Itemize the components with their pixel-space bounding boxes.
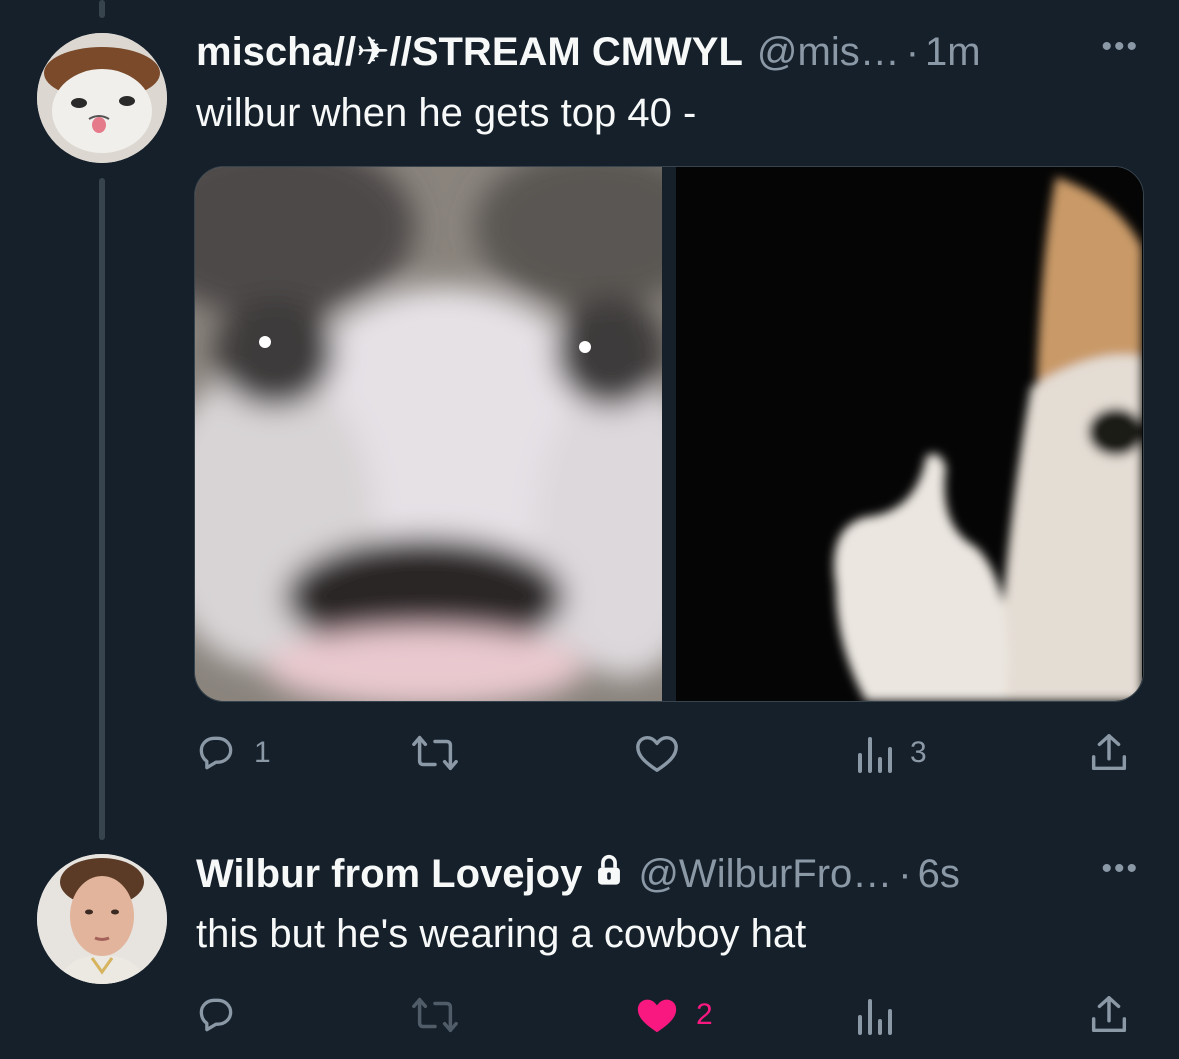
media-gap <box>662 167 676 701</box>
more-icon[interactable]: ••• <box>1101 852 1139 886</box>
tweet-2[interactable]: Wilbur from Lovejoy @WilburFro… · 6s •••… <box>0 820 1179 1059</box>
tweet-header: Wilbur from Lovejoy @WilburFro… · 6s <box>196 850 1139 898</box>
views-button[interactable] <box>854 990 910 1040</box>
reply-button[interactable] <box>194 990 254 1040</box>
timestamp[interactable]: 6s <box>918 850 960 898</box>
more-icon[interactable]: ••• <box>1101 30 1139 64</box>
retweet-button[interactable] <box>410 728 476 778</box>
views-button[interactable]: 3 <box>854 728 927 778</box>
tweet-text: wilbur when he gets top 40 - <box>196 91 697 135</box>
share-button[interactable] <box>1086 990 1132 1040</box>
reply-button[interactable]: 1 <box>194 728 271 778</box>
views-icon <box>858 737 892 773</box>
share-icon <box>1091 996 1127 1033</box>
media-image-crying-cat[interactable] <box>195 167 662 701</box>
tweet-actions: 2 <box>194 990 1142 1040</box>
media-grid[interactable] <box>194 166 1144 702</box>
timestamp[interactable]: 1m <box>925 28 981 76</box>
tweet-text: this but he's wearing a cowboy hat <box>196 912 807 956</box>
tweet-header: mischa//✈//STREAM CMWYL @mis… · 1m <box>196 28 1139 76</box>
share-button[interactable] <box>1086 728 1132 778</box>
avatar[interactable] <box>37 33 167 163</box>
display-name[interactable]: mischa//✈//STREAM CMWYL <box>196 28 743 76</box>
media-image-thumbs-up-cat[interactable] <box>676 167 1143 701</box>
handle[interactable]: @WilburFro… <box>638 850 892 898</box>
share-icon <box>1091 734 1127 771</box>
like-button[interactable] <box>634 728 696 778</box>
retweet-button[interactable] <box>410 990 476 1040</box>
reply-count: 1 <box>254 736 271 769</box>
separator: · <box>898 852 912 896</box>
like-icon <box>636 735 678 772</box>
reply-icon <box>199 736 233 770</box>
reply-icon <box>199 998 233 1032</box>
like-icon <box>637 999 677 1033</box>
display-name[interactable]: Wilbur from Lovejoy <box>196 850 582 898</box>
separator: · <box>905 30 920 74</box>
views-count: 3 <box>910 736 927 769</box>
like-button[interactable]: 2 <box>634 990 713 1040</box>
retweet-icon <box>412 997 458 1033</box>
tweet-1[interactable]: mischa//✈//STREAM CMWYL @mis… · 1m ••• w… <box>0 0 1179 820</box>
views-icon <box>858 999 892 1035</box>
retweet-icon <box>412 735 458 771</box>
lock-icon <box>594 850 624 898</box>
like-count: 2 <box>696 998 713 1031</box>
avatar[interactable] <box>37 854 167 984</box>
tweet-actions: 1 3 <box>194 728 1142 778</box>
handle[interactable]: @mis… <box>757 28 900 76</box>
